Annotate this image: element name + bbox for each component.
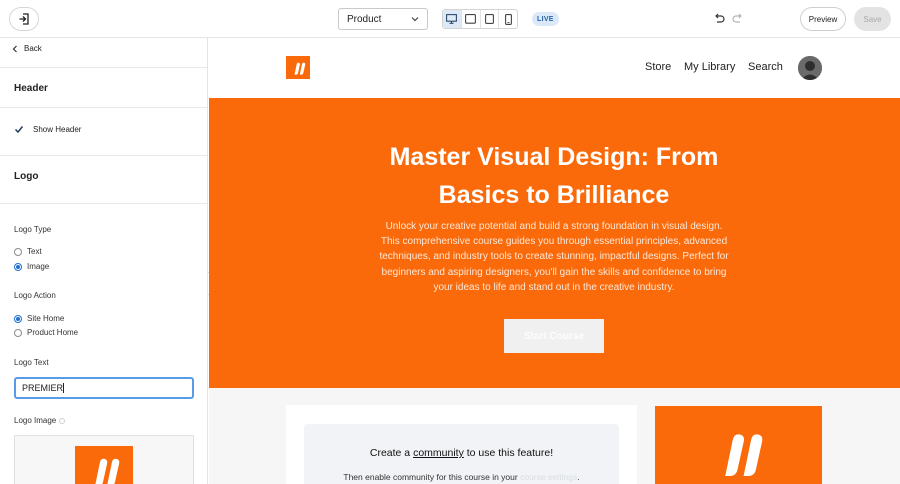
tablet-view-button[interactable] [481, 10, 500, 28]
chevron-left-icon [12, 45, 17, 52]
info-icon[interactable] [59, 417, 66, 424]
hero-section[interactable]: Master Visual Design: From Basics to Bri… [209, 98, 900, 388]
page-select[interactable]: Product [338, 8, 428, 30]
logo-action-label: Logo Action [14, 291, 56, 300]
start-course-button[interactable]: Start Course [504, 319, 604, 353]
community-title-suffix: to use this feature! [463, 447, 554, 459]
undo-icon [715, 13, 725, 23]
header-section-title: Header [14, 83, 48, 94]
logo-type-option-label: Text [27, 247, 42, 256]
radio-checked [14, 314, 22, 323]
logo-text-value: PREMIER [22, 383, 64, 393]
logo-image-label-row: Logo Image [14, 416, 66, 425]
divider [0, 155, 208, 156]
user-avatar-icon [798, 56, 822, 80]
course-thumbnail [655, 406, 822, 484]
brand-logo-icon [724, 434, 762, 476]
nav-item-my-library[interactable]: My Library [684, 61, 735, 73]
logo-type-option-image[interactable]: Image [14, 262, 49, 271]
community-title-prefix: Create a [369, 447, 414, 459]
mobile-icon [504, 13, 512, 25]
exit-icon [19, 13, 29, 25]
save-button[interactable]: Save [854, 7, 891, 31]
brand-logo-icon [95, 458, 120, 484]
radio-checked [14, 262, 22, 271]
logo-image-preview [75, 446, 133, 484]
community-sub-prefix: Then enable community for this course in… [343, 472, 521, 482]
laptop-icon [465, 14, 477, 24]
community-notice: Create a community to use this feature! … [304, 424, 619, 484]
undo-button[interactable] [712, 12, 726, 26]
redo-icon [732, 13, 742, 23]
avatar[interactable] [798, 56, 822, 80]
divider [0, 67, 208, 68]
redo-button[interactable] [731, 12, 745, 26]
logo-section-title: Logo [14, 171, 39, 182]
logo-type-label: Logo Type [14, 225, 52, 234]
logo-action-option-label: Product Home [27, 328, 79, 337]
divider [0, 203, 208, 204]
logo-type-option-text[interactable]: Text [14, 247, 42, 256]
settings-sidebar: Back Header Show Header Logo Logo Type T… [0, 38, 208, 484]
tablet-icon [484, 14, 494, 24]
mobile-view-button[interactable] [499, 10, 517, 28]
exit-editor-button[interactable] [9, 7, 39, 31]
nav-item-store[interactable]: Store [645, 61, 671, 73]
preview-canvas: Store My Library Search Master Visual De… [209, 38, 900, 484]
desktop-view-button[interactable] [443, 10, 462, 28]
editor-toolbar: Product LIVE Preview Save [0, 0, 900, 38]
show-header-toggle[interactable]: Show Header [14, 125, 81, 134]
logo-text-label: Logo Text [14, 358, 49, 367]
radio-unchecked [14, 328, 22, 337]
logo-image-dropzone[interactable] [14, 435, 194, 484]
chevron-down-icon [411, 17, 419, 22]
logo-text-input[interactable]: PREMIER [14, 377, 194, 399]
site-logo[interactable] [286, 56, 310, 79]
text-caret [63, 383, 65, 393]
community-subtext: Then enable community for this course in… [304, 472, 619, 482]
brand-logo-icon [294, 62, 305, 75]
show-header-label: Show Header [33, 125, 82, 134]
desktop-icon [446, 14, 458, 24]
community-title: Create a community to use this feature! [304, 447, 619, 459]
live-status-badge: LIVE [532, 12, 559, 26]
hero-title: Master Visual Design: From Basics to Bri… [389, 143, 719, 209]
page-select-value: Product [347, 13, 382, 25]
course-settings-link[interactable]: course settings [520, 472, 577, 482]
hero-description: Unlock your creative potential and build… [379, 221, 729, 293]
community-card: Create a community to use this feature! … [286, 405, 637, 484]
site-header[interactable]: Store My Library Search [209, 38, 900, 98]
logo-image-label: Logo Image [14, 416, 57, 425]
community-link[interactable]: community [413, 447, 464, 459]
back-link[interactable]: Back [12, 44, 42, 53]
logo-type-option-label: Image [27, 262, 50, 271]
device-switcher [442, 9, 518, 29]
radio-unchecked [14, 247, 22, 256]
logo-action-option-site-home[interactable]: Site Home [14, 314, 64, 323]
logo-action-option-label: Site Home [27, 314, 65, 323]
back-label: Back [24, 44, 42, 53]
logo-action-option-product-home[interactable]: Product Home [14, 328, 78, 337]
divider [0, 107, 208, 108]
community-sub-suffix: . [577, 472, 580, 482]
preview-button[interactable]: Preview [800, 7, 846, 31]
nav-item-search[interactable]: Search [748, 61, 783, 73]
laptop-view-button[interactable] [462, 10, 481, 28]
checkmark-icon [14, 126, 24, 134]
